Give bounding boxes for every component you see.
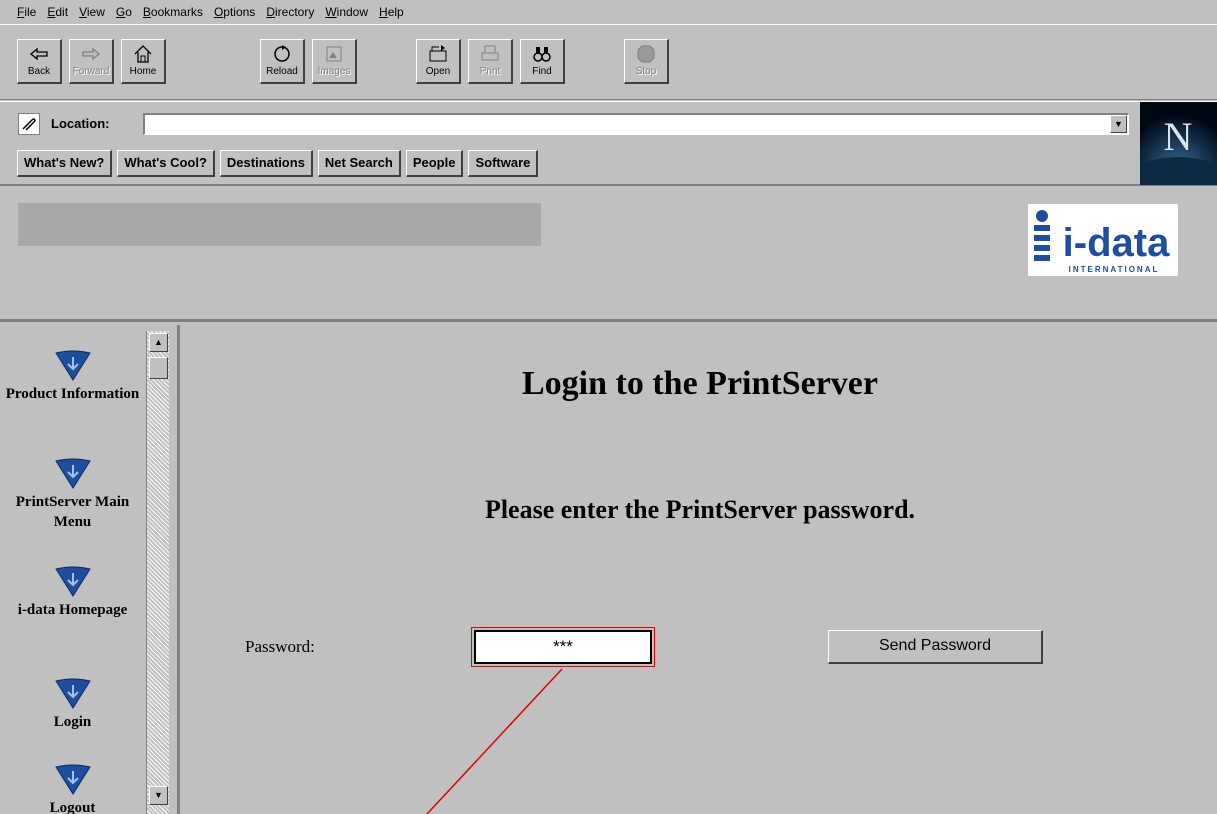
reload-label: Reload <box>266 66 298 77</box>
find-button[interactable]: Find <box>520 39 565 84</box>
menu-file[interactable]: File <box>17 5 36 19</box>
destinations-button[interactable]: Destinations <box>219 150 313 177</box>
bookmark-link-icon[interactable] <box>18 113 40 135</box>
net-search-button[interactable]: Net Search <box>317 150 401 177</box>
password-label: Password: <box>245 637 315 656</box>
scrollbar-thumb[interactable] <box>149 357 168 379</box>
nav-item-printserver-main-menu[interactable]: PrintServer Main Menu <box>0 455 145 532</box>
menu-window[interactable]: Window <box>325 5 368 19</box>
send-password-button[interactable]: Send Password <box>828 630 1043 664</box>
nav-item-logout[interactable]: Logout <box>0 761 145 814</box>
banner-frame: i-data INTERNATIONAL <box>0 188 1217 322</box>
nav-item-label: i-data Homepage <box>17 602 128 618</box>
forward-label: Forward <box>72 66 110 77</box>
i-data-logo-text: i-data <box>1063 221 1170 265</box>
down-arrow-shield-icon <box>54 678 91 709</box>
netscape-logo[interactable]: N <box>1140 102 1217 185</box>
menu-view[interactable]: View <box>79 5 105 19</box>
images-icon <box>326 46 342 62</box>
menu-edit[interactable]: Edit <box>47 5 68 19</box>
binoculars-icon <box>533 47 551 62</box>
scroll-down-arrow-icon[interactable]: ▼ <box>149 786 168 805</box>
software-button[interactable]: Software <box>468 150 539 177</box>
page-title: Login to the PrintServer <box>522 365 878 402</box>
reload-icon <box>274 45 290 62</box>
location-dropdown-arrow-icon[interactable]: ▼ <box>1110 115 1127 133</box>
netscape-n-text: N <box>1164 114 1193 159</box>
menu-go[interactable]: Go <box>116 5 132 19</box>
printer-icon <box>481 45 499 61</box>
forward-arrow-icon <box>82 47 101 61</box>
people-button[interactable]: People <box>405 150 464 177</box>
home-icon <box>134 45 152 63</box>
nav-item-label: Product Information <box>5 386 140 402</box>
down-arrow-shield-icon <box>54 566 91 597</box>
down-arrow-shield-icon <box>54 350 91 381</box>
images-label: Images <box>317 66 351 77</box>
nav-item-label: Logout <box>49 800 96 814</box>
back-button[interactable]: Back <box>17 39 62 84</box>
nav-item-label: PrintServer Main Menu <box>15 494 130 530</box>
left-nav-scrollbar[interactable]: ▲ ▼ <box>146 331 169 814</box>
down-arrow-shield-icon <box>54 764 91 795</box>
open-icon <box>429 45 447 62</box>
menu-directory[interactable]: Directory <box>266 5 314 19</box>
open-label: Open <box>425 66 451 77</box>
navigation-toolbar: Back Forward Home Reload Images Open Pri… <box>0 24 1217 100</box>
menu-bar: File Edit View Go Bookmarks Options Dire… <box>0 0 1217 24</box>
location-input[interactable] <box>143 113 1129 135</box>
back-label: Back <box>27 66 51 77</box>
directory-buttons: What's New? What's Cool? Destinations Ne… <box>17 150 543 177</box>
main-content-frame: Login to the PrintServer Please enter th… <box>183 325 1217 814</box>
down-arrow-shield-icon <box>54 458 91 489</box>
images-button[interactable]: Images <box>312 39 357 84</box>
reload-button[interactable]: Reload <box>260 39 305 84</box>
menu-help[interactable]: Help <box>379 5 404 19</box>
banner-placeholder-bar <box>18 203 541 246</box>
location-bar: Location: ▼ What's New? What's Cool? Des… <box>0 101 1217 186</box>
left-nav-frame: Product Information PrintServer Main Men… <box>0 325 180 814</box>
menu-options[interactable]: Options <box>214 5 255 19</box>
page-subtitle: Please enter the PrintServer password. <box>484 495 916 524</box>
open-button[interactable]: Open <box>416 39 461 84</box>
password-input[interactable] <box>471 627 655 667</box>
stop-icon <box>637 45 655 63</box>
nav-item-label: Login <box>53 714 92 730</box>
whats-new-button[interactable]: What's New? <box>17 150 113 177</box>
i-data-logo[interactable]: i-data INTERNATIONAL <box>1028 204 1178 276</box>
print-button[interactable]: Print <box>468 39 513 84</box>
home-button[interactable]: Home <box>121 39 166 84</box>
home-label: Home <box>129 66 157 77</box>
nav-item-product-information[interactable]: Product Information <box>0 347 145 404</box>
i-data-logo-subtext: INTERNATIONAL <box>1069 265 1160 274</box>
back-arrow-icon <box>29 47 48 61</box>
menu-bookmarks[interactable]: Bookmarks <box>143 5 203 19</box>
stop-label: Stop <box>635 66 657 77</box>
nav-item-login[interactable]: Login <box>0 675 145 732</box>
find-label: Find <box>532 66 552 77</box>
forward-button[interactable]: Forward <box>69 39 114 84</box>
nav-item-i-data-homepage[interactable]: i-data Homepage <box>0 563 145 620</box>
print-label: Print <box>479 66 501 77</box>
stop-button[interactable]: Stop <box>624 39 669 84</box>
scroll-up-arrow-icon[interactable]: ▲ <box>149 333 168 352</box>
location-label: Location: <box>51 116 110 131</box>
whats-cool-button[interactable]: What's Cool? <box>117 150 215 177</box>
